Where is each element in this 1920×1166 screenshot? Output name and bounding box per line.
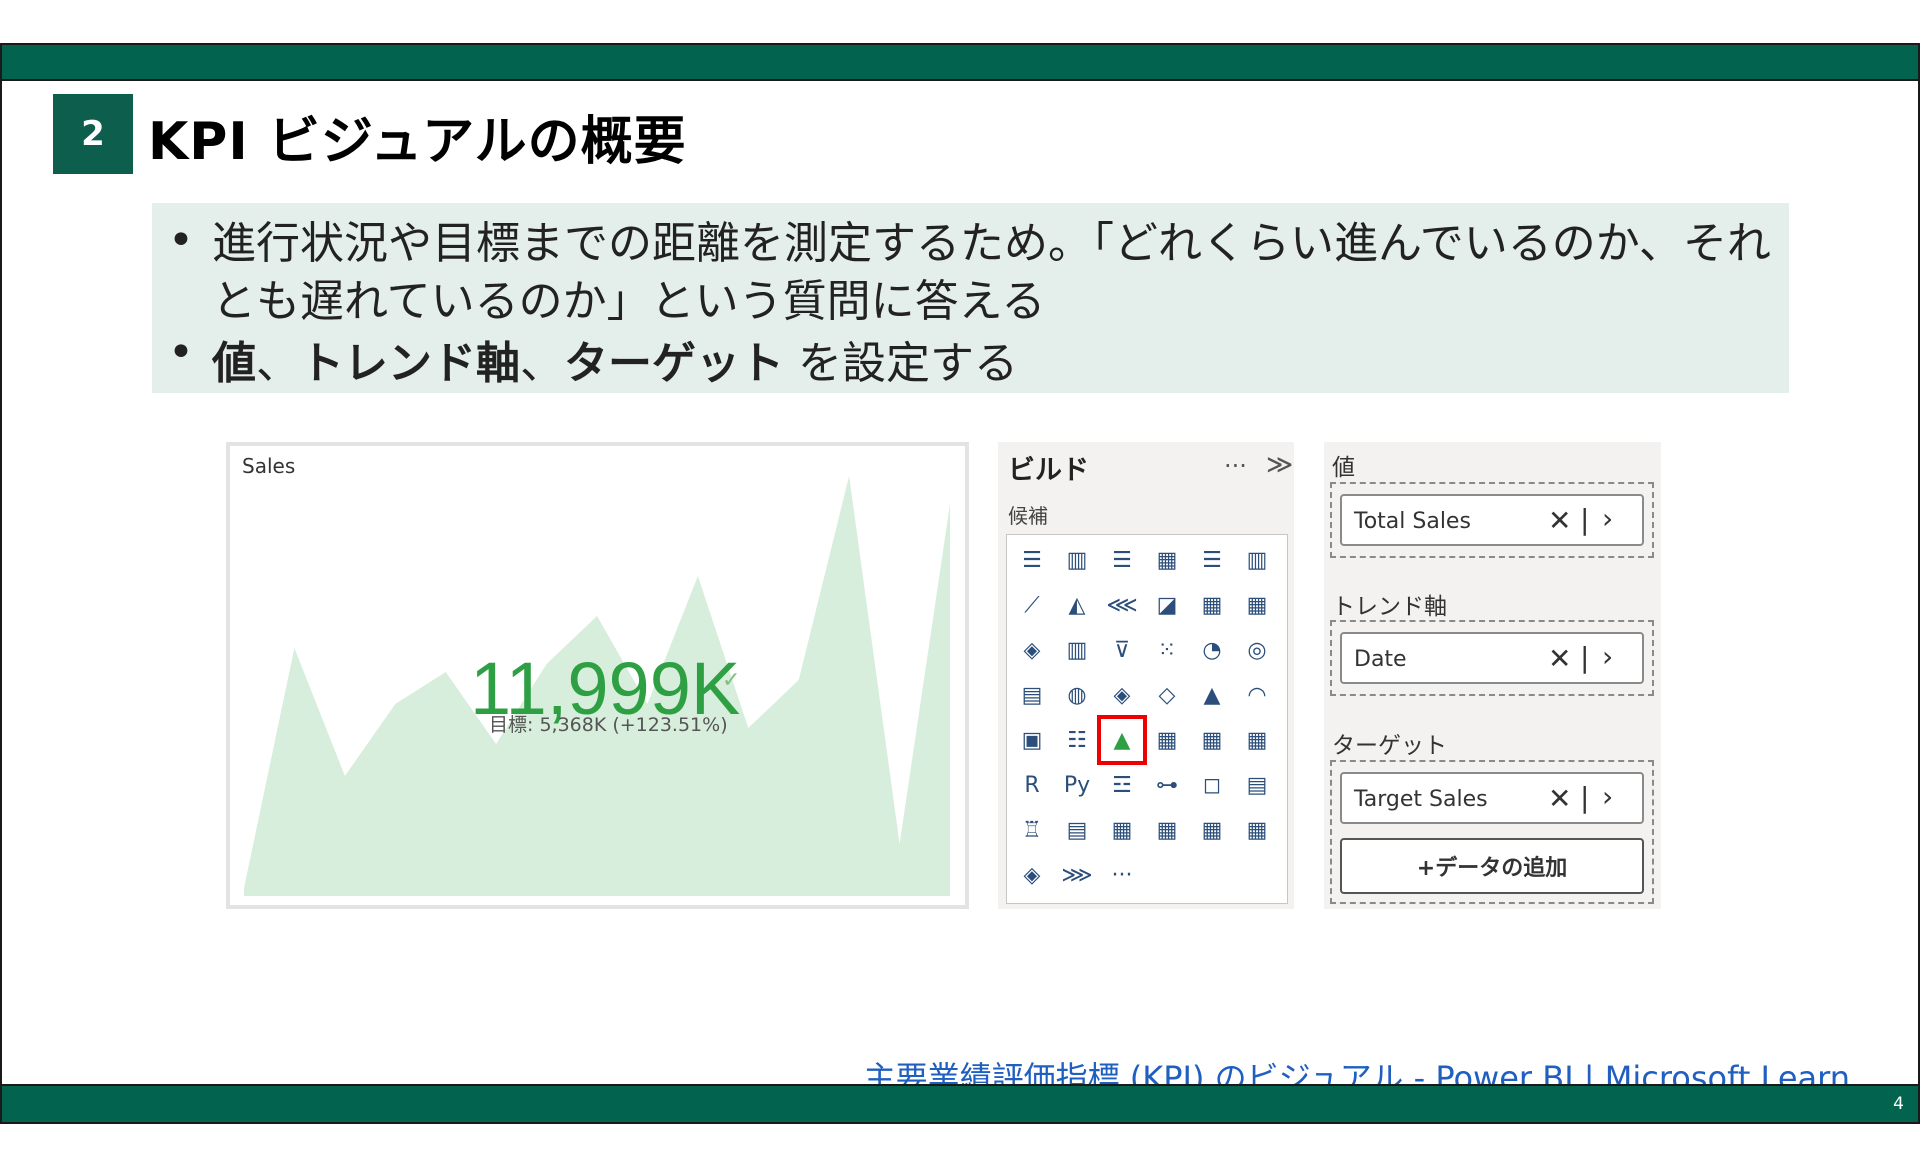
visual-icon-grid: ☰ ▥ ☰ ▦ ☰ ▥ ⟋ ◭ ⋘ ◪ ▦ ▦ ◈ ▥ ⊽ ⁙ ◔ ◎ ▤ ◍ ◈ ◇ ▲ ◠ ▣ ☷ ▲ ▦ ▦ ▦ R Py ☲ ⊶ ◻ ▤ ♖ ▤ ▦… <box>1006 534 1288 904</box>
slicer-icon[interactable]: ▦ <box>1150 723 1184 757</box>
bullet-rest: を設定する <box>784 338 1018 389</box>
gauge-icon[interactable]: ◠ <box>1240 678 1274 712</box>
fields-pane: 値 Total Sales ✕ | › トレンド軸 Date ✕ | › ターゲ… <box>1324 442 1661 909</box>
value-field-name: Total Sales <box>1354 509 1471 534</box>
target-well-label: ターゲット <box>1332 733 1447 759</box>
kpi-status-check-icon: ✓ <box>722 668 741 693</box>
trend-field-pill[interactable]: Date ✕ | › <box>1340 632 1644 684</box>
bullet-dot: • <box>168 215 194 266</box>
python-visual-icon[interactable]: Py <box>1060 768 1094 802</box>
donut-icon[interactable]: ◎ <box>1240 633 1274 667</box>
narrative-icon[interactable]: ▤ <box>1240 768 1274 802</box>
kpi-icon[interactable]: ▲ <box>1097 715 1147 765</box>
kpi-visual[interactable]: Sales 11,999K ✓ 目標: 5,368K (+123.51%) <box>226 442 969 909</box>
target-field-pill[interactable]: Target Sales ✕ | › <box>1340 772 1644 824</box>
kpi-title: Sales <box>242 454 296 478</box>
clustered-column-icon[interactable]: ▥ <box>1060 543 1094 577</box>
expand-pane-icon[interactable]: ≫ <box>1266 450 1293 480</box>
trend-well-label: トレンド軸 <box>1332 594 1447 620</box>
paginated-report-icon[interactable]: ▤ <box>1060 813 1094 847</box>
smart-narrative-icon[interactable]: ▦ <box>1150 813 1184 847</box>
area-chart-icon[interactable]: ◭ <box>1060 588 1094 622</box>
bullet-text-purpose: 進行状況や目標までの距離を測定するため。「どれくらい進んでいるのか、それとも遅れ… <box>212 218 1771 327</box>
card-icon[interactable]: ▣ <box>1015 723 1049 757</box>
scatter-icon[interactable]: ⁙ <box>1150 633 1184 667</box>
kpi-goal-text: 目標: 5,368K (+123.51%) <box>489 714 728 736</box>
treemap-icon[interactable]: ▤ <box>1015 678 1049 712</box>
slide-title: KPI ビジュアルの概要 <box>148 112 687 172</box>
chevron-right-icon[interactable]: › <box>1602 640 1613 673</box>
more-options-icon[interactable]: ··· <box>1224 452 1247 480</box>
add-data-button[interactable]: +データの追加 <box>1340 838 1644 894</box>
column-100-icon[interactable]: ▥ <box>1240 543 1274 577</box>
pill-divider: | <box>1580 781 1590 814</box>
bullet-box: • 進行状況や目標までの距離を測定するため。「どれくらい進んでいるのか、それとも… <box>152 203 1789 393</box>
table-icon[interactable]: ▦ <box>1195 723 1229 757</box>
remove-field-icon[interactable]: ✕ <box>1548 642 1571 675</box>
bullet-trend-term: トレンド軸 <box>300 338 520 389</box>
more-visuals-icon[interactable]: ··· <box>1105 858 1139 892</box>
target-field-name: Target Sales <box>1354 787 1488 812</box>
r-visual-icon[interactable]: R <box>1015 768 1049 802</box>
power-apps-icon[interactable]: ▦ <box>1105 813 1139 847</box>
slide: 2 KPI ビジュアルの概要 • 進行状況や目標までの距離を測定するため。「どれ… <box>0 43 1920 1124</box>
multirow-card-icon[interactable]: ☷ <box>1060 723 1094 757</box>
shape-map-icon[interactable]: ◇ <box>1150 678 1184 712</box>
value-well[interactable]: Total Sales ✕ | › <box>1330 482 1654 558</box>
remove-field-icon[interactable]: ✕ <box>1548 782 1571 815</box>
power-automate-chevron-icon[interactable]: ⋙ <box>1060 858 1094 892</box>
clustered-bar-icon[interactable]: ☰ <box>1195 543 1229 577</box>
line-chart-icon[interactable]: ⟋ <box>1015 588 1049 622</box>
stacked-bar-100-icon[interactable]: ☰ <box>1105 543 1139 577</box>
bottom-accent-bar: 4 <box>2 1084 1918 1124</box>
azure-map-icon[interactable]: ▲ <box>1195 678 1229 712</box>
stacked-area-icon[interactable]: ⋘ <box>1105 588 1139 622</box>
ribbon-chart-icon[interactable]: ◈ <box>1015 633 1049 667</box>
trend-well[interactable]: Date ✕ | › <box>1330 620 1654 696</box>
chevron-right-icon[interactable]: › <box>1602 780 1613 813</box>
stacked-column-icon[interactable]: ▦ <box>1150 543 1184 577</box>
bullet-separator: 、 <box>520 338 564 389</box>
bullet-target-term: ターゲット <box>564 338 784 389</box>
remove-field-icon[interactable]: ✕ <box>1548 504 1571 537</box>
matrix-icon[interactable]: ▦ <box>1240 723 1274 757</box>
area-100-icon[interactable]: ◪ <box>1150 588 1184 622</box>
line-column-icon[interactable]: ▦ <box>1195 588 1229 622</box>
funnel-icon[interactable]: ⊽ <box>1105 633 1139 667</box>
filled-map-icon[interactable]: ◈ <box>1105 678 1139 712</box>
pill-divider: | <box>1580 641 1590 674</box>
line-clustered-column-icon[interactable]: ▦ <box>1240 588 1274 622</box>
top-accent-bar <box>2 43 1918 81</box>
decomposition-tree-icon[interactable]: ⊶ <box>1150 768 1184 802</box>
waterfall-icon[interactable]: ▥ <box>1060 633 1094 667</box>
trend-field-name: Date <box>1354 647 1407 672</box>
pill-divider: | <box>1580 503 1590 536</box>
chevron-right-icon[interactable]: › <box>1602 502 1613 535</box>
target-well[interactable]: Target Sales ✕ | › +データの追加 <box>1330 760 1654 904</box>
build-pane: ビルド ··· ≫ 候補 ☰ ▥ ☰ ▦ ☰ ▥ ⟋ ◭ ⋘ ◪ ▦ ▦ ◈ ▥ ⊽ ⁙ ◔ ◎ ▤ ◍ ◈ ◇ ▲ ◠ ▣ ☷ ▲… <box>998 442 1294 909</box>
map-icon[interactable]: ◍ <box>1060 678 1094 712</box>
key-influencers-icon[interactable]: ☲ <box>1105 768 1139 802</box>
page-number: 4 <box>1893 1094 1904 1114</box>
build-pane-title: ビルド <box>1008 455 1089 486</box>
bullet-separator: 、 <box>256 338 300 389</box>
bullet-dot: • <box>168 327 194 378</box>
bullet-value-term: 値 <box>212 338 256 389</box>
qa-icon[interactable]: ◻ <box>1195 768 1229 802</box>
pie-icon[interactable]: ◔ <box>1195 633 1229 667</box>
value-field-pill[interactable]: Total Sales ✕ | › <box>1340 494 1644 546</box>
suggestions-label: 候補 <box>1008 504 1048 528</box>
custom-visual-icon[interactable]: ▦ <box>1240 813 1274 847</box>
goals-icon[interactable]: ♖ <box>1015 813 1049 847</box>
value-well-label: 値 <box>1332 455 1355 481</box>
power-apps-diamond-icon[interactable]: ◈ <box>1015 858 1049 892</box>
section-number-badge: 2 <box>53 94 133 174</box>
power-automate-icon[interactable]: ▦ <box>1195 813 1229 847</box>
bullet-text-settings: 値、トレンド軸、ターゲット を設定する <box>212 327 1018 391</box>
stacked-bar-icon[interactable]: ☰ <box>1015 543 1049 577</box>
